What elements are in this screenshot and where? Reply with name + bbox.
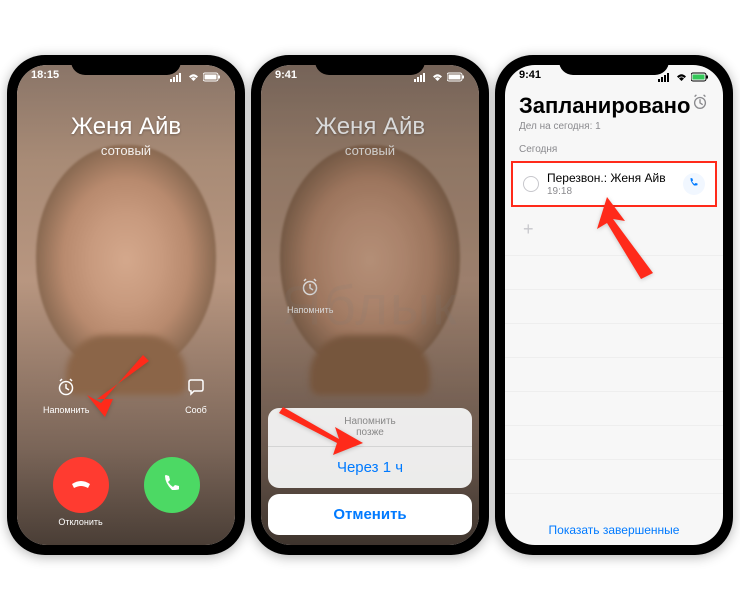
decline-button[interactable]: Отклонить bbox=[53, 457, 109, 527]
ruled-lines bbox=[505, 255, 723, 505]
message-label: Сооб bbox=[183, 405, 209, 415]
section-today-label: Сегодня bbox=[505, 140, 723, 159]
caller-subtitle: сотовый bbox=[17, 143, 235, 158]
sheet-option-1hour[interactable]: Через 1 ч bbox=[268, 447, 472, 488]
call-action-button[interactable] bbox=[683, 173, 705, 195]
alarm-icon bbox=[56, 377, 76, 402]
sheet-cancel-button[interactable]: Отменить bbox=[268, 494, 472, 535]
action-sheet: Напомнитьпозже Через 1 ч Отменить bbox=[268, 408, 472, 535]
notch bbox=[559, 55, 669, 75]
caller-name: Женя Айв bbox=[17, 113, 235, 141]
battery-icon bbox=[691, 72, 709, 85]
alarm-icon[interactable] bbox=[691, 93, 709, 116]
remind-label: Напомнить bbox=[43, 405, 89, 415]
show-completed-link[interactable]: Показать завершенные bbox=[505, 523, 723, 537]
reminder-time: 19:18 bbox=[547, 186, 675, 197]
message-button[interactable]: Сооб bbox=[183, 376, 209, 415]
status-time: 9:41 bbox=[519, 69, 541, 87]
phone-icon bbox=[160, 471, 184, 500]
message-icon bbox=[186, 377, 206, 402]
phone-down-icon bbox=[68, 470, 94, 501]
complete-radio[interactable] bbox=[523, 176, 539, 192]
phone-1: 18:15 Женя Айв сотовый bbox=[7, 55, 245, 555]
battery-icon bbox=[203, 72, 221, 85]
notch bbox=[315, 55, 425, 75]
decline-label: Отклонить bbox=[58, 517, 102, 527]
battery-icon bbox=[447, 72, 465, 85]
remind-me-button[interactable]: Напомнить bbox=[43, 376, 89, 415]
page-subtitle: Дел на сегодня: 1 bbox=[519, 121, 690, 132]
phone-icon bbox=[688, 175, 700, 193]
status-time: 18:15 bbox=[31, 69, 59, 87]
wifi-icon bbox=[187, 72, 200, 85]
wifi-icon bbox=[675, 72, 688, 85]
page-title: Запланировано bbox=[519, 93, 690, 119]
notch bbox=[71, 55, 181, 75]
sheet-title: Напомнитьпозже bbox=[268, 408, 472, 447]
reminder-text: Перезвон.: Женя Айв bbox=[547, 171, 675, 185]
phone-3: 9:41 Запланировано Дел на сегодня: 1 Сег… bbox=[495, 55, 733, 555]
phone-2: 9:41 Женя Айв сотовый Напомнить Нап bbox=[251, 55, 489, 555]
caller-info: Женя Айв сотовый bbox=[17, 113, 235, 158]
status-time: 9:41 bbox=[275, 69, 297, 87]
accept-button[interactable] bbox=[144, 457, 200, 527]
wifi-icon bbox=[431, 72, 444, 85]
reminder-item[interactable]: Перезвон.: Женя Айв 19:18 bbox=[511, 161, 717, 207]
add-reminder-button[interactable]: + bbox=[505, 209, 723, 250]
